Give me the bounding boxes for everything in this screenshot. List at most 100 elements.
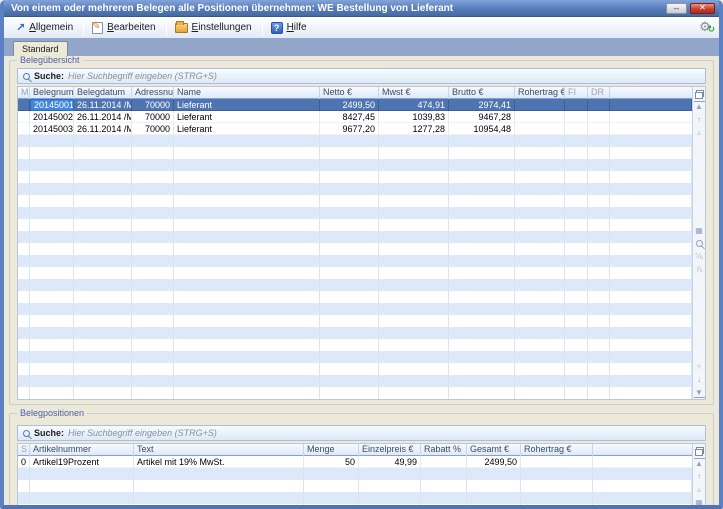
empty-row [18, 219, 692, 231]
column-header-gesamt[interactable]: Gesamt € [467, 444, 521, 456]
column-header-adressnummer[interactable]: Adressnumm [132, 87, 174, 99]
menu-item-einstellungen[interactable]: Einstellungen [169, 20, 260, 35]
column-header-belegnummer[interactable]: Belegnumme [30, 87, 74, 99]
cell-adressnummer: 70000 [132, 99, 174, 111]
cell-rohertrag [515, 339, 565, 351]
cell-fi [565, 267, 588, 279]
cell-mwst [379, 183, 449, 195]
table-row[interactable]: 2014500226.11.2014 /Mi70000Lieferant8427… [18, 111, 692, 123]
beleg-search-input[interactable]: Suche: Hier Suchbegriff eingeben (STRG+S… [17, 68, 706, 84]
cell-name [174, 303, 320, 315]
scroll-top-icon[interactable]: ▲ [694, 101, 705, 112]
magnifier-icon[interactable] [694, 238, 705, 249]
window-close-button[interactable]: ✕ [690, 3, 715, 14]
position-search-input[interactable]: Suche: Hier Suchbegriff eingeben (STRG+S… [17, 425, 706, 441]
cell-netto [320, 243, 379, 255]
cell-m [18, 351, 30, 363]
cell-brutto [449, 183, 515, 195]
row-up-icon[interactable]: ↑ [694, 114, 705, 125]
menu-item-hilfe[interactable]: ? Hilfe [265, 20, 315, 36]
cell-mwst [379, 387, 449, 399]
cell-dr [588, 255, 610, 267]
cell-artikelnummer [30, 504, 134, 505]
cell-_fill [610, 207, 692, 219]
scale-a-icon[interactable]: ⅚ [694, 251, 705, 262]
cell-belegnummer [30, 243, 74, 255]
cell-m [18, 219, 30, 231]
cell-adressnummer [132, 183, 174, 195]
column-chooser-icon[interactable] [694, 88, 705, 99]
tab-standard[interactable]: Standard [13, 41, 68, 56]
cell-m [18, 255, 30, 267]
column-header-s[interactable]: S [18, 444, 30, 456]
cell-rohertrag [515, 159, 565, 171]
page-up-icon[interactable]: ▵ [694, 127, 705, 138]
toolbox-icon [175, 23, 188, 33]
refresh-settings-gear-icon[interactable]: ⚙ [697, 19, 713, 35]
column-header-mwst[interactable]: Mwst € [379, 87, 449, 99]
empty-row [18, 267, 692, 279]
cell-_fill [610, 255, 692, 267]
table-row[interactable]: 2014500126.11.2014 /Mi70000Lieferant2499… [18, 99, 692, 111]
cell-rohertrag [515, 195, 565, 207]
cell-name [174, 171, 320, 183]
column-chooser-icon[interactable] [694, 445, 705, 456]
cell-belegdatum [74, 303, 132, 315]
cell-mwst [379, 339, 449, 351]
window-restore-button[interactable]: ↔ [666, 3, 687, 14]
cell-rohertrag [521, 468, 593, 480]
table-row[interactable]: 0Artikel19ProzentArtikel mit 19% MwSt.50… [18, 456, 692, 468]
column-header-einzelpreis[interactable]: Einzelpreis € [359, 444, 421, 456]
grid-settings-icon[interactable]: ▦ [694, 225, 705, 236]
table-row[interactable]: 2014500326.11.2014 /Mi70000Lieferant9677… [18, 123, 692, 135]
column-header-rabatt[interactable]: Rabatt % [421, 444, 467, 456]
cell-fi [565, 279, 588, 291]
cell-_fill [610, 363, 692, 375]
column-header-rohertrag[interactable]: Rohertrag € [515, 87, 565, 99]
position-table-area: SArtikelnummerTextMengeEinzelpreis €Raba… [18, 444, 692, 505]
column-header-dr[interactable]: DR [588, 87, 610, 99]
column-header-artikelnummer[interactable]: Artikelnummer [30, 444, 134, 456]
cell-belegdatum [74, 363, 132, 375]
scroll-top-icon[interactable]: ▲ [694, 458, 705, 469]
column-header-belegdatum[interactable]: Belegdatum [74, 87, 132, 99]
cell-_fill [610, 99, 692, 111]
column-header-_fill[interactable] [593, 444, 692, 456]
row-down-icon[interactable]: ↓ [694, 374, 705, 385]
cell-adressnummer [132, 147, 174, 159]
cell-fi [565, 243, 588, 255]
menu-item-bearbeiten[interactable]: Bearbeiten [86, 20, 163, 36]
column-header-text[interactable]: Text [134, 444, 304, 456]
column-header-netto[interactable]: Netto € [320, 87, 379, 99]
titlebar[interactable]: Von einem oder mehreren Belegen alle Pos… [4, 0, 719, 17]
empty-row [18, 243, 692, 255]
cell-dr [588, 363, 610, 375]
grid-settings-icon[interactable]: ▦ [694, 497, 705, 505]
cell-_fill [593, 504, 692, 505]
cell-belegnummer [30, 291, 74, 303]
tab-strip: Standard [4, 39, 719, 56]
scale-b-icon[interactable]: ⅞ [694, 264, 705, 275]
page-down-icon[interactable]: ▿ [694, 361, 705, 372]
column-header-_fill[interactable] [610, 87, 692, 99]
column-header-name[interactable]: Name [174, 87, 320, 99]
column-header-rohertrag[interactable]: Rohertrag € [521, 444, 593, 456]
column-header-m[interactable]: M [18, 87, 30, 99]
cell-rohertrag [515, 207, 565, 219]
cell-adressnummer: 70000 [132, 111, 174, 123]
cell-netto [320, 135, 379, 147]
cell-brutto [449, 327, 515, 339]
cell-brutto [449, 231, 515, 243]
column-header-fi[interactable]: FI [565, 87, 588, 99]
scroll-bottom-icon[interactable]: ▼ [694, 387, 705, 398]
column-header-brutto[interactable]: Brutto € [449, 87, 515, 99]
cell-brutto [449, 147, 515, 159]
row-up-icon[interactable]: ↑ [694, 471, 705, 482]
page-up-icon[interactable]: ▵ [694, 484, 705, 495]
column-header-menge[interactable]: Menge [304, 444, 359, 456]
menu-item-allgemein[interactable]: ↗ Allgemein [10, 20, 81, 35]
arrow-up-right-icon: ↗ [16, 23, 25, 33]
cell-name: Lieferant [174, 123, 320, 135]
cell-mwst [379, 327, 449, 339]
cell-brutto [449, 279, 515, 291]
